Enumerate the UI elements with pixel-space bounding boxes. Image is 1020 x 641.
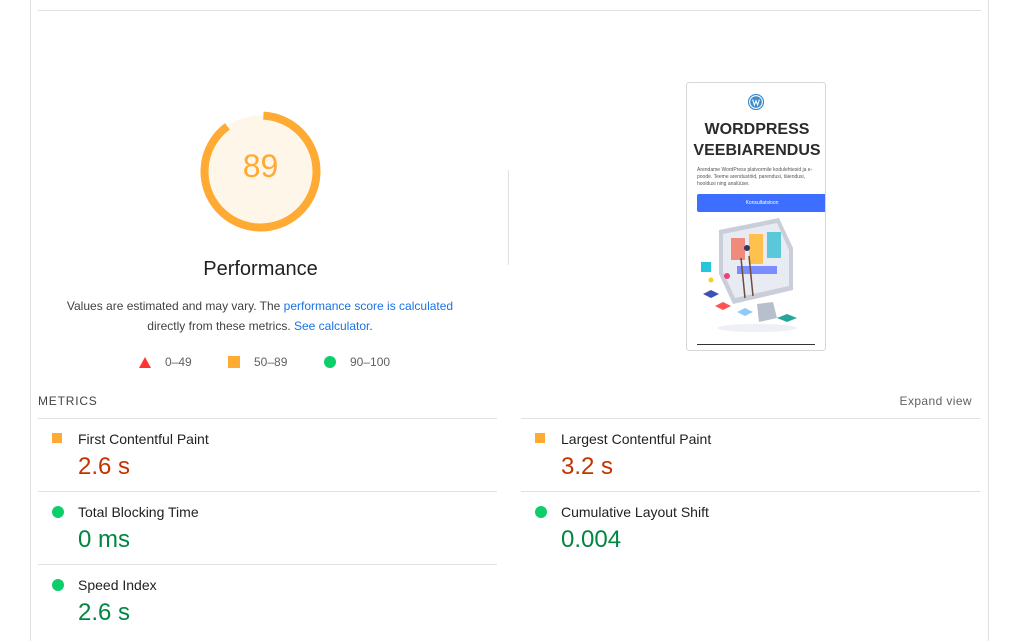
- orange-square-icon: [535, 433, 545, 443]
- thumbnail-heading: WORDPRESS VEEBIARENDUS: [687, 119, 825, 161]
- green-circle-icon: [52, 506, 64, 518]
- web-development-illustration: [701, 218, 797, 332]
- metric-name: Speed Index: [78, 577, 157, 593]
- green-circle-icon: [52, 579, 64, 591]
- metric-name: Total Blocking Time: [78, 504, 199, 520]
- performance-score: 89: [242, 148, 279, 184]
- legend-fail: 0–49: [139, 354, 192, 370]
- metric-value: 2.6 s: [78, 453, 131, 480]
- metric-speed-index: Speed Index 2.6 s: [38, 565, 498, 638]
- legend-average-label: 50–89: [254, 355, 288, 369]
- description-period: .: [369, 319, 373, 333]
- green-circle-icon: [324, 356, 336, 368]
- description-text: Values are estimated and may vary. The: [66, 299, 284, 313]
- legend-pass: 90–100: [324, 354, 390, 370]
- orange-square-icon: [52, 433, 62, 443]
- page-screenshot-thumbnail[interactable]: WORDPRESS VEEBIARENDUS Arendame WordPres…: [686, 82, 826, 351]
- red-triangle-icon: [139, 356, 151, 368]
- thumbnail-cta-button: Konsultatsioon: [697, 194, 825, 212]
- expand-view-toggle[interactable]: Expand view: [880, 394, 972, 408]
- performance-score-link[interactable]: performance score is calculated: [284, 299, 453, 313]
- metric-cumulative-layout-shift: Cumulative Layout Shift 0.004: [521, 492, 981, 565]
- metrics-section-label: METRICS: [38, 394, 98, 408]
- metric-first-contentful-paint: First Contentful Paint 2.6 s: [38, 419, 498, 492]
- performance-title: Performance: [203, 258, 318, 280]
- metric-name: Largest Contentful Paint: [561, 431, 712, 447]
- metric-name: First Contentful Paint: [78, 431, 209, 447]
- metric-name: Cumulative Layout Shift: [561, 504, 709, 520]
- vertical-divider: [508, 170, 509, 265]
- legend-fail-label: 0–49: [165, 355, 192, 369]
- see-calculator-link[interactable]: See calculator: [294, 319, 369, 333]
- thumbnail-heading-line-2: VEEBIARENDUS: [693, 142, 821, 159]
- legend-average: 50–89: [228, 354, 287, 370]
- metric-total-blocking-time: Total Blocking Time 0 ms: [38, 492, 498, 565]
- legend-pass-label: 90–100: [350, 355, 391, 369]
- metric-value: 3.2 s: [561, 453, 614, 480]
- metric-largest-contentful-paint: Largest Contentful Paint 3.2 s: [521, 419, 981, 492]
- green-circle-icon: [535, 506, 547, 518]
- score-description: Values are estimated and may vary. The p…: [60, 296, 460, 336]
- wordpress-logo-icon: [748, 94, 764, 110]
- orange-square-icon: [228, 356, 240, 368]
- description-text-2: directly from these metrics.: [147, 319, 294, 333]
- metric-value: 0.004: [561, 526, 622, 553]
- thumbnail-body-text: Arendame WordPress platvormile kodulehte…: [697, 167, 813, 187]
- thumbnail-divider: [697, 344, 815, 345]
- metric-value: 2.6 s: [78, 599, 131, 626]
- top-divider: [38, 10, 981, 11]
- thumbnail-heading-line-1: WORDPRESS: [704, 121, 810, 138]
- metric-value: 0 ms: [78, 526, 131, 553]
